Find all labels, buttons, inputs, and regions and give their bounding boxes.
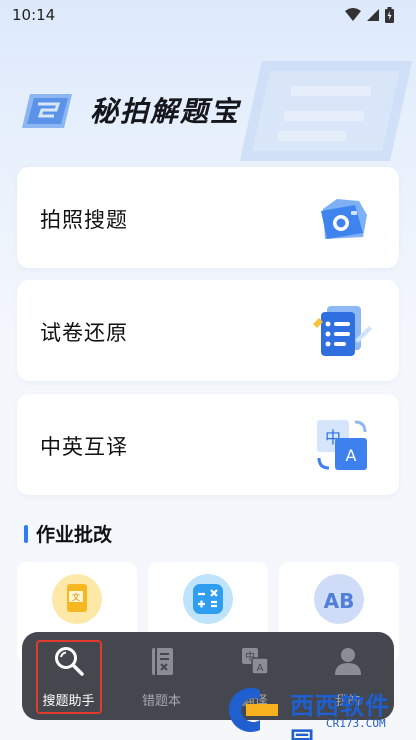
english-ab-icon: AB	[314, 574, 364, 624]
photo-search-card[interactable]: 拍照搜题	[17, 167, 399, 268]
card-label: 拍照搜题	[40, 208, 128, 232]
section-title: 作业批改	[36, 524, 113, 546]
active-tab-highlight	[36, 640, 102, 714]
translate-card[interactable]: 中英互译 中 A	[17, 394, 399, 495]
status-time: 10:14	[12, 6, 56, 24]
watermark-text: 西西软件园	[290, 692, 390, 740]
card-label: 试卷还原	[40, 321, 128, 345]
svg-text:AB: AB	[324, 589, 355, 613]
paper-restore-card[interactable]: 试卷还原	[17, 280, 399, 381]
battery-icon	[385, 7, 394, 23]
svg-text:A: A	[256, 663, 263, 674]
translate-icon: 中 A	[241, 648, 269, 675]
user-icon	[334, 648, 361, 675]
translate-icon: 中 A	[317, 420, 367, 470]
svg-text:A: A	[346, 446, 357, 465]
svg-text:文: 文	[72, 592, 80, 602]
nav-item-search-assistant[interactable]: 搜题助手	[22, 632, 115, 720]
nav-label: 错题本	[141, 694, 181, 709]
watermark-subtext: CR173.COM	[326, 717, 386, 730]
chinese-book-icon: 文	[52, 574, 102, 624]
app-logo-icon	[22, 94, 72, 128]
status-bar: 10:14	[0, 0, 416, 30]
app-title: 秘拍解题宝	[90, 95, 241, 128]
wifi-icon	[345, 8, 361, 21]
card-label: 中英互译	[40, 435, 128, 459]
signal-icon	[367, 9, 379, 21]
camera-icon	[321, 199, 367, 239]
watermark-emblem-icon	[228, 688, 278, 732]
status-icons	[345, 7, 394, 23]
notebook-icon	[151, 648, 173, 675]
watermark-logo: 西西软件园 CR173.COM	[216, 684, 412, 740]
nav-item-mistake-book[interactable]: 错题本	[115, 632, 208, 720]
section-accent-bar	[24, 524, 28, 543]
calculator-icon	[183, 574, 233, 624]
document-list-icon	[313, 306, 372, 356]
homework-grading-heading: 作业批改	[24, 520, 112, 547]
